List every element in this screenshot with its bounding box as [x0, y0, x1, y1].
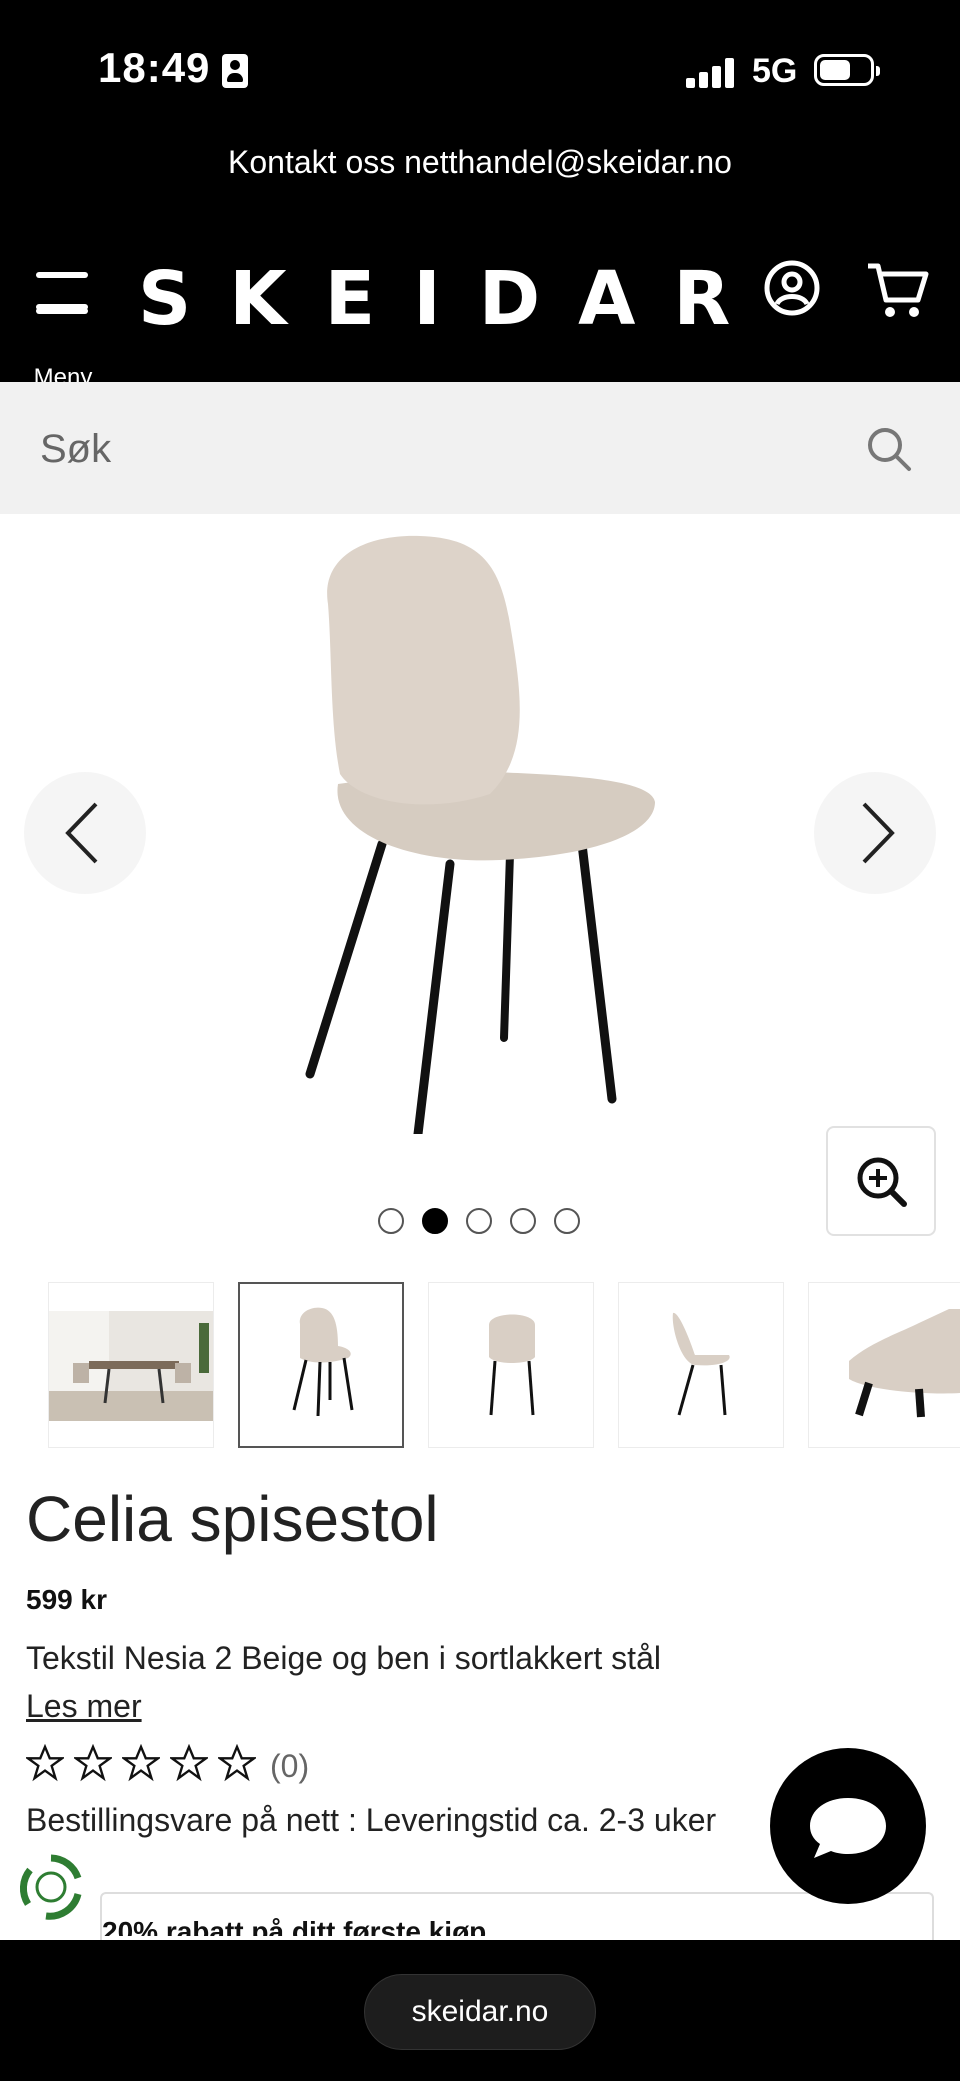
previous-image-button[interactable]: [24, 772, 146, 894]
search-icon[interactable]: [864, 424, 914, 474]
chair-thumbnail-image: [849, 1309, 960, 1418]
star-outline-icon: [26, 1744, 64, 1782]
network-type: 5G: [752, 52, 798, 90]
chevron-left-icon: [65, 802, 98, 864]
search-bar: [0, 382, 960, 514]
cart-icon[interactable]: [866, 260, 930, 320]
thumbnail-room-scene[interactable]: [48, 1282, 214, 1448]
read-more-link[interactable]: Les mer: [26, 1688, 142, 1725]
rating-count: (0): [270, 1748, 310, 1784]
promo-text: 20% rabatt på ditt første kjøp: [102, 1916, 487, 1936]
product-image[interactable]: [290, 534, 670, 1134]
pagination-dot[interactable]: [378, 1208, 404, 1234]
thumbnail-chair-1[interactable]: [238, 1282, 404, 1448]
zoom-button[interactable]: [826, 1126, 936, 1236]
status-bar: 18:49 5G: [0, 0, 960, 130]
delivery-info: Bestillingsvare på nett : Leveringstid c…: [26, 1802, 717, 1838]
status-time: 18:49: [98, 44, 211, 91]
chevron-right-icon: [862, 802, 895, 864]
product-gallery: [0, 514, 960, 1254]
site-logo[interactable]: SKEIDAR: [138, 256, 768, 342]
browser-bar: skeidar.no: [0, 1940, 960, 2081]
chair-thumbnail-image: [672, 1312, 730, 1416]
star-outline-icon: [218, 1744, 256, 1782]
next-image-button[interactable]: [814, 772, 936, 894]
thumbnail-chair-4[interactable]: [808, 1282, 960, 1448]
account-icon[interactable]: [764, 260, 820, 316]
room-scene-image: [49, 1311, 213, 1421]
menu-button[interactable]: Meny: [28, 268, 98, 391]
pagination-dot[interactable]: [466, 1208, 492, 1234]
product-description: Tekstil Nesia 2 Beige og ben i sortlakke…: [26, 1640, 661, 1676]
zoom-in-icon: [857, 1157, 907, 1207]
chair-thumbnail-image: [292, 1307, 354, 1417]
star-outline-icon: [170, 1744, 208, 1782]
hamburger-bar-mid: [36, 304, 88, 310]
chair-thumbnail-image: [489, 1314, 535, 1416]
thumbnail-chair-3[interactable]: [618, 1282, 784, 1448]
id-card-icon: [222, 54, 248, 88]
battery-icon: [814, 54, 880, 86]
thumbnail-strip: [0, 1282, 960, 1450]
search-input[interactable]: [40, 422, 820, 476]
product-price: 599 kr: [26, 1584, 107, 1615]
url-bar[interactable]: skeidar.no: [364, 1974, 596, 2050]
pagination-dot[interactable]: [554, 1208, 580, 1234]
star-outline-icon: [74, 1744, 112, 1782]
contact-bar: Kontakt oss netthandel@skeidar.no: [0, 130, 960, 234]
contact-text[interactable]: Kontakt oss netthandel@skeidar.no: [0, 144, 960, 181]
site-header: Meny SKEIDAR: [0, 234, 960, 391]
eco-recycle-icon[interactable]: [16, 1852, 86, 1922]
hamburger-icon: [36, 272, 88, 278]
star-outline-icon: [122, 1744, 160, 1782]
thumbnail-chair-2[interactable]: [428, 1282, 594, 1448]
signal-icon: [686, 56, 736, 88]
chat-button[interactable]: [770, 1748, 926, 1904]
pagination-dot-active[interactable]: [422, 1208, 448, 1234]
product-title: Celia spisestol: [26, 1483, 439, 1555]
chat-bubble-icon: [810, 1798, 886, 1858]
pagination-dot[interactable]: [510, 1208, 536, 1234]
